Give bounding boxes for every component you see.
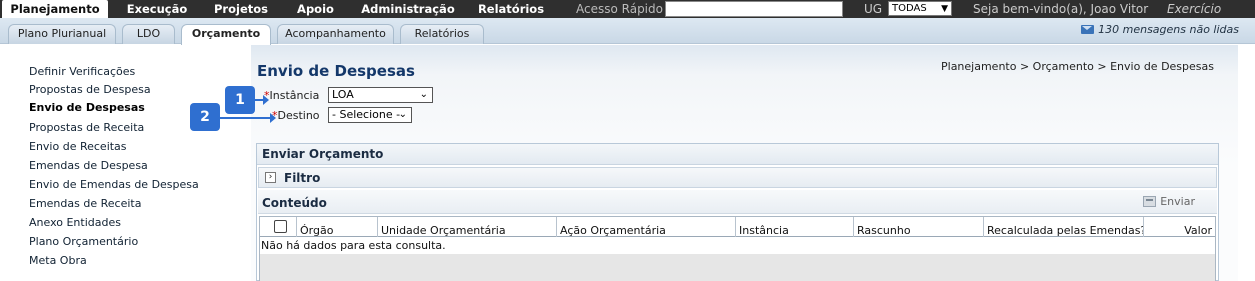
destino-select[interactable]: - Selecione - ⌄ xyxy=(328,107,412,123)
annotation-arrow-1 xyxy=(255,95,269,105)
ug-select[interactable]: TODAS ▼ xyxy=(888,1,952,16)
destino-label: *Destino xyxy=(272,109,320,122)
tab-ldo[interactable]: LDO xyxy=(122,24,175,44)
col-valor[interactable]: Valor xyxy=(1144,217,1215,237)
menu-tab-projetos[interactable]: Projetos xyxy=(206,0,276,18)
filtro-label: Filtro xyxy=(284,171,321,185)
sidebar-item-meta-obra[interactable]: Meta Obra xyxy=(29,254,87,267)
ug-select-value: TODAS xyxy=(892,3,927,14)
col-unidade-orcamentaria[interactable]: Unidade Orçamentária xyxy=(378,217,557,237)
sidebar-item-propostas-de-despesa[interactable]: Propostas de Despesa xyxy=(29,83,151,96)
annotation-badge-2: 2 xyxy=(190,103,220,131)
table-body xyxy=(260,254,1215,281)
envelope-icon xyxy=(1081,25,1095,34)
messages-text: 130 mensagens não lidas xyxy=(1098,23,1239,36)
sidebar: Definir Verificações Propostas de Despes… xyxy=(0,45,251,281)
sidebar-item-emendas-de-despesa[interactable]: Emendas de Despesa xyxy=(29,159,148,172)
sidebar-item-envio-de-despesas[interactable]: Envio de Despesas xyxy=(29,101,145,114)
select-all-checkbox[interactable] xyxy=(274,220,287,233)
select-all-cell xyxy=(260,217,297,237)
results-table: Órgão Unidade Orçamentária Ação Orçament… xyxy=(259,216,1216,281)
module-tab-bar: Plano Plurianual LDO Orçamento Acompanha… xyxy=(0,18,1255,45)
table-header: Órgão Unidade Orçamentária Ação Orçament… xyxy=(260,217,1215,237)
tab-acompanhamento[interactable]: Acompanhamento xyxy=(277,24,394,44)
messages-link[interactable]: 130 mensagens não lidas xyxy=(1081,23,1239,36)
empty-message: Não há dados para esta consulta. xyxy=(261,239,446,252)
tab-orcamento[interactable]: Orçamento xyxy=(181,24,271,45)
expand-icon[interactable]: › xyxy=(265,172,276,183)
sidebar-item-propostas-de-receita[interactable]: Propostas de Receita xyxy=(29,121,144,134)
quick-access-label: Acesso Rápido xyxy=(576,2,663,16)
breadcrumb: Planejamento > Orçamento > Envio de Desp… xyxy=(941,60,1214,73)
sidebar-item-emendas-de-receita[interactable]: Emendas de Receita xyxy=(29,197,141,210)
menu-tab-planejamento[interactable]: Planejamento xyxy=(2,0,108,18)
instancia-label: *Instância xyxy=(264,89,319,102)
col-acao-orcamentaria[interactable]: Ação Orçamentária xyxy=(557,217,736,237)
instancia-value: LOA xyxy=(332,88,354,101)
conteudo-header: Conteúdo Enviar xyxy=(258,190,1217,214)
enviar-label: Enviar xyxy=(1160,195,1195,208)
chevron-down-icon: ⌄ xyxy=(419,89,428,100)
panel-title: Enviar Orçamento xyxy=(262,147,384,161)
page-title: Envio de Despesas xyxy=(257,62,415,80)
menu-tab-administracao[interactable]: Administração xyxy=(356,0,460,18)
chevron-down-icon: ▼ xyxy=(941,4,948,14)
sidebar-item-plano-orcamentario[interactable]: Plano Orçamentário xyxy=(29,235,138,248)
sidebar-item-anexo-entidades[interactable]: Anexo Entidades xyxy=(29,216,121,229)
instancia-label-text: Instância xyxy=(269,89,320,102)
destino-value: - Selecione - xyxy=(332,108,401,121)
sidebar-item-definir-verificacoes[interactable]: Definir Verificações xyxy=(29,65,135,78)
ug-label: UG xyxy=(864,2,883,16)
annotation-badge-1: 1 xyxy=(225,86,255,114)
menu-tab-execucao[interactable]: Execução xyxy=(118,0,196,18)
menu-tab-relatorios[interactable]: Relatórios xyxy=(472,0,550,18)
col-rascunho[interactable]: Rascunho xyxy=(854,217,984,237)
instancia-select[interactable]: LOA ⌄ xyxy=(328,87,433,103)
tab-plano-plurianual[interactable]: Plano Plurianual xyxy=(8,24,116,44)
tab-relatorios[interactable]: Relatórios xyxy=(400,24,484,44)
send-icon xyxy=(1143,196,1157,207)
enviar-button[interactable]: Enviar xyxy=(1143,195,1195,208)
menu-tab-apoio[interactable]: Apoio xyxy=(288,0,343,18)
col-instancia[interactable]: Instância xyxy=(736,217,854,237)
enviar-orcamento-panel: Enviar Orçamento › Filtro Conteúdo Envia… xyxy=(256,143,1219,281)
quick-access-input[interactable] xyxy=(665,1,843,17)
destino-label-text: Destino xyxy=(277,109,320,122)
col-recalculada[interactable]: Recalculada pelas Emendas? xyxy=(984,217,1144,237)
sidebar-item-envio-de-receitas[interactable]: Envio de Receitas xyxy=(29,140,127,153)
annotation-arrow-2 xyxy=(220,113,276,123)
filtro-section[interactable]: › Filtro xyxy=(258,167,1217,188)
chevron-down-icon: ⌄ xyxy=(398,109,407,120)
col-orgao[interactable]: Órgão xyxy=(297,217,378,237)
top-menu-bar: Planejamento Execução Projetos Apoio Adm… xyxy=(0,0,1255,34)
welcome-text: Seja bem-vindo(a), Joao Vitor xyxy=(973,2,1149,16)
sidebar-item-envio-de-emendas-de-despesa[interactable]: Envio de Emendas de Despesa xyxy=(29,178,199,191)
conteudo-label: Conteúdo xyxy=(262,196,327,210)
panel-header: Enviar Orçamento xyxy=(257,144,1218,165)
